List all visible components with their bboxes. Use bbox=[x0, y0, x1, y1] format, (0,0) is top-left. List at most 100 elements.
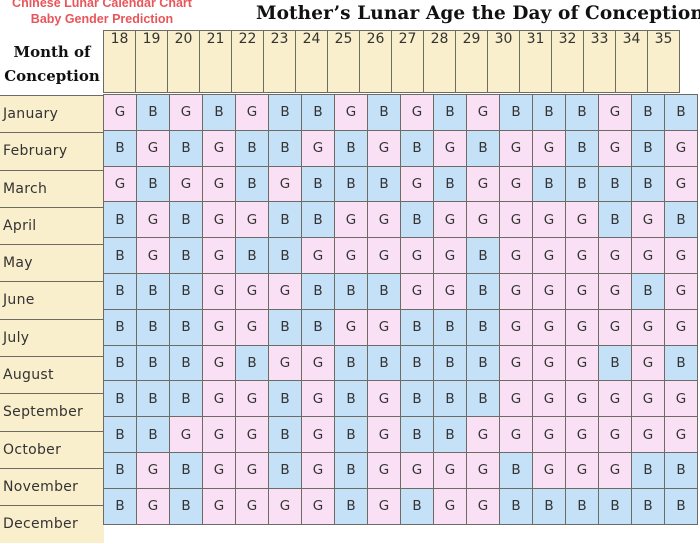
girl-cell: G bbox=[532, 237, 566, 274]
girl-cell: G bbox=[169, 165, 203, 203]
table-row: BGBGBBGBGBGBGGBGBG bbox=[103, 129, 698, 167]
girl-cell: G bbox=[499, 344, 533, 382]
boy-cell: B bbox=[103, 201, 137, 239]
girl-cell: G bbox=[598, 380, 632, 418]
boy-cell: B bbox=[367, 165, 401, 203]
girl-cell: G bbox=[466, 487, 500, 525]
boy-cell: B bbox=[664, 94, 698, 131]
boy-cell: B bbox=[334, 487, 368, 525]
boy-cell: B bbox=[169, 451, 203, 489]
boy-cell: B bbox=[565, 165, 599, 203]
boy-cell: B bbox=[169, 308, 203, 346]
age-header-21: 21 bbox=[199, 30, 232, 93]
month-label-march: March bbox=[0, 169, 104, 207]
table-row: BBBGGBBGGBBBGGGGGG bbox=[103, 308, 698, 346]
table-row: BBBGBGGBBBBBGGGBGB bbox=[103, 344, 698, 382]
girl-cell: G bbox=[664, 272, 698, 310]
girl-cell: G bbox=[301, 487, 335, 525]
month-label-june: June bbox=[0, 281, 104, 319]
boy-cell: B bbox=[367, 94, 401, 131]
boy-cell: B bbox=[235, 237, 269, 274]
girl-cell: G bbox=[202, 344, 236, 382]
boy-cell: B bbox=[400, 487, 434, 525]
girl-cell: G bbox=[499, 237, 533, 274]
girl-cell: G bbox=[400, 237, 434, 274]
girl-cell: G bbox=[499, 201, 533, 239]
girl-cell: G bbox=[499, 380, 533, 418]
age-header-18: 18 bbox=[103, 30, 136, 93]
month-label-february: February bbox=[0, 132, 104, 170]
boy-cell: B bbox=[631, 94, 665, 131]
girl-cell: G bbox=[664, 129, 698, 167]
girl-cell: G bbox=[202, 451, 236, 489]
table-row: BBGGGBGBGBBGGGGGGG bbox=[103, 416, 698, 453]
boy-cell: B bbox=[631, 129, 665, 167]
girl-cell: G bbox=[136, 237, 170, 274]
girl-cell: G bbox=[136, 451, 170, 489]
table-row: GBGBGBBGBGBGBBBGBB bbox=[103, 94, 698, 131]
girl-cell: G bbox=[532, 344, 566, 382]
girl-cell: G bbox=[367, 487, 401, 525]
row-header-line1: Month of bbox=[13, 43, 91, 61]
girl-cell: G bbox=[631, 308, 665, 346]
boy-cell: B bbox=[598, 487, 632, 525]
chart-subtitle-line2: Baby Gender Prediction bbox=[30, 12, 174, 26]
girl-cell: G bbox=[367, 201, 401, 239]
girl-cell: G bbox=[499, 272, 533, 310]
girl-cell: G bbox=[565, 201, 599, 239]
chart-title: Mother’s Lunar Age the Day of Conception bbox=[256, 3, 700, 24]
girl-cell: G bbox=[367, 129, 401, 167]
boy-cell: B bbox=[301, 94, 335, 131]
girl-cell: G bbox=[565, 308, 599, 346]
boy-cell: B bbox=[400, 129, 434, 167]
girl-cell: G bbox=[664, 380, 698, 418]
boy-cell: B bbox=[334, 451, 368, 489]
girl-cell: G bbox=[400, 94, 434, 131]
boy-cell: B bbox=[103, 380, 137, 418]
girl-cell: G bbox=[103, 165, 137, 203]
month-label-august: August bbox=[0, 356, 104, 394]
girl-cell: G bbox=[631, 344, 665, 382]
boy-cell: B bbox=[268, 201, 302, 239]
age-header-25: 25 bbox=[327, 30, 360, 93]
girl-cell: G bbox=[367, 416, 401, 453]
boy-cell: B bbox=[631, 487, 665, 525]
girl-cell: G bbox=[598, 129, 632, 167]
boy-cell: B bbox=[400, 380, 434, 418]
boy-cell: B bbox=[400, 201, 434, 239]
boy-cell: B bbox=[103, 344, 137, 382]
girl-cell: G bbox=[532, 451, 566, 489]
boy-cell: B bbox=[466, 380, 500, 418]
month-label-september: September bbox=[0, 393, 104, 431]
girl-cell: G bbox=[136, 487, 170, 525]
boy-cell: B bbox=[433, 308, 467, 346]
table-row: BBBGGGBBBGGBGGGGBG bbox=[103, 272, 698, 310]
age-header-27: 27 bbox=[391, 30, 424, 93]
girl-cell: G bbox=[202, 416, 236, 453]
girl-cell: G bbox=[202, 487, 236, 525]
girl-cell: G bbox=[235, 416, 269, 453]
girl-cell: G bbox=[598, 94, 632, 131]
boy-cell: B bbox=[433, 380, 467, 418]
girl-cell: G bbox=[268, 487, 302, 525]
boy-cell: B bbox=[664, 487, 698, 525]
girl-cell: G bbox=[532, 201, 566, 239]
girl-cell: G bbox=[301, 380, 335, 418]
boy-cell: B bbox=[598, 344, 632, 382]
month-label-january: January bbox=[0, 95, 104, 133]
boy-cell: B bbox=[631, 451, 665, 489]
boy-cell: B bbox=[169, 272, 203, 310]
boy-cell: B bbox=[169, 380, 203, 418]
girl-cell: G bbox=[169, 94, 203, 131]
boy-cell: B bbox=[268, 451, 302, 489]
boy-cell: B bbox=[136, 165, 170, 203]
boy-cell: B bbox=[466, 237, 500, 274]
boy-cell: B bbox=[136, 94, 170, 131]
girl-cell: G bbox=[598, 308, 632, 346]
girl-cell: G bbox=[235, 380, 269, 418]
girl-cell: G bbox=[235, 487, 269, 525]
boy-cell: B bbox=[169, 237, 203, 274]
girl-cell: G bbox=[664, 237, 698, 274]
boy-cell: B bbox=[631, 165, 665, 203]
table-row: BGBGBBGGGGGBGGGGGG bbox=[103, 237, 698, 274]
